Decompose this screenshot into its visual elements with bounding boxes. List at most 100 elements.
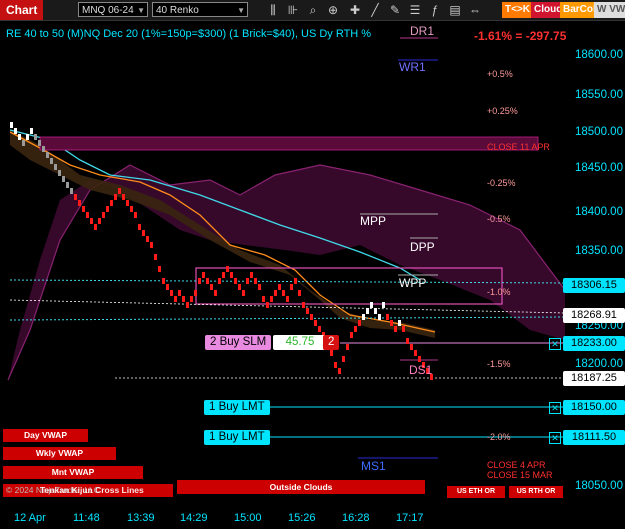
chevron-down-icon: ▼ — [237, 6, 245, 15]
renko-brick — [126, 200, 129, 206]
renko-brick — [190, 296, 193, 302]
renko-brick — [166, 284, 169, 290]
renko-brick — [22, 140, 25, 146]
pencil-icon[interactable]: ✎ — [388, 2, 402, 18]
cancel-limit-order-2-icon[interactable]: ✕ — [549, 432, 561, 444]
renko-brick — [182, 296, 185, 302]
price-marker-limit-1: 18150.00 — [563, 400, 625, 415]
renko-brick — [14, 128, 17, 134]
renko-brick — [54, 164, 57, 170]
renko-brick — [406, 338, 409, 344]
renko-brick — [302, 302, 305, 308]
cancel-stop-order-icon[interactable]: ✕ — [549, 338, 561, 350]
renko-brick — [98, 218, 101, 224]
renko-brick — [70, 188, 73, 194]
zoom-in-icon[interactable]: ⊕ — [326, 2, 340, 18]
y-label: 18350.00 — [575, 245, 623, 257]
chart-title: RE 40 to 50 (M)NQ Dec 20 (1%=150p=$300) … — [6, 28, 372, 40]
y-label: 18500.00 — [575, 126, 623, 138]
renko-brick — [178, 290, 181, 296]
renko-brick — [242, 290, 245, 296]
renko-brick — [374, 308, 377, 314]
tck-toggle[interactable]: T<>K — [502, 2, 534, 18]
template-icon[interactable]: ▤ — [448, 2, 462, 18]
cancel-limit-order-1-icon[interactable]: ✕ — [549, 402, 561, 414]
renko-brick — [274, 290, 277, 296]
limit-order-2-label[interactable]: 1 Buy LMT — [204, 430, 270, 445]
renko-brick — [58, 170, 61, 176]
renko-brick — [218, 278, 221, 284]
draw-line-icon[interactable]: ╱ — [368, 2, 382, 18]
renko-brick — [394, 326, 397, 332]
renko-brick — [38, 140, 41, 146]
scroll-icon[interactable]: ⇔ — [468, 2, 482, 18]
bar-type-selector[interactable]: 40 Renko ▼ — [152, 2, 248, 17]
pivot-ds1: DS1 — [409, 363, 433, 377]
pct-level-minus-05: -0.5% — [487, 214, 511, 224]
instrument-selector[interactable]: MNQ 06-24 ▼ — [78, 2, 148, 17]
wkly-vwap-button[interactable]: Wkly VWAP — [3, 447, 116, 460]
stop-order-qty[interactable]: 2 — [323, 335, 340, 350]
renko-brick — [350, 332, 353, 338]
renko-brick — [26, 134, 29, 140]
pct-level-minus-2: -2.0% — [487, 432, 511, 442]
renko-brick — [214, 290, 217, 296]
renko-brick — [410, 344, 413, 350]
price-marker-stop: 18233.00 — [563, 336, 625, 351]
renko-brick — [298, 290, 301, 296]
y-label: 18200.00 — [575, 358, 623, 370]
renko-brick — [142, 230, 145, 236]
renko-brick — [246, 278, 249, 284]
us-rth-or-button[interactable]: US RTH OR — [509, 486, 563, 498]
vwap-lower-line — [9, 316, 565, 321]
search-icon[interactable]: ⌕ — [306, 2, 320, 18]
renko-brick — [122, 194, 125, 200]
wvwap-toggle[interactable]: W VWA — [594, 2, 625, 18]
renko-brick — [234, 278, 237, 284]
bars-icon[interactable]: ⫼ — [266, 2, 280, 18]
pivot-mpp: MPP — [360, 214, 387, 228]
renko-brick — [34, 134, 37, 140]
price-marker-limit-2: 18111.50 — [563, 430, 625, 445]
x-label: 12 Apr — [14, 512, 46, 524]
close-4-apr-label: CLOSE 4 APR — [487, 460, 546, 470]
y-label: 18400.00 — [575, 206, 623, 218]
renko-brick — [346, 344, 349, 350]
mnt-vwap-button[interactable]: Mnt VWAP — [3, 466, 143, 479]
chart-tab-label[interactable]: Chart — [0, 0, 44, 20]
renko-brick — [418, 356, 421, 362]
renko-brick — [342, 356, 345, 362]
indicator-icon[interactable]: ƒ — [428, 2, 442, 18]
renko-brick — [286, 296, 289, 302]
renko-brick — [78, 200, 81, 206]
us-eth-or-button[interactable]: US ETH OR — [447, 486, 505, 498]
renko-brick — [258, 284, 261, 290]
renko-brick — [362, 314, 365, 320]
renko-brick — [382, 302, 385, 308]
properties-icon[interactable]: ☰ — [408, 2, 422, 18]
pct-level-minus-025: -0.25% — [487, 178, 516, 188]
stop-order-label[interactable]: 2 Buy SLM — [205, 335, 272, 350]
renko-brick — [334, 362, 337, 368]
day-vwap-button[interactable]: Day VWAP — [3, 429, 88, 442]
renko-brick — [62, 176, 65, 182]
renko-brick — [46, 152, 49, 158]
renko-brick — [134, 212, 137, 218]
renko-brick — [402, 326, 405, 332]
renko-brick — [30, 128, 33, 134]
bar-style-icon[interactable]: ⊪ — [286, 2, 300, 18]
outside-clouds-button[interactable]: Outside Clouds — [177, 480, 425, 494]
renko-brick — [174, 296, 177, 302]
renko-brick — [154, 254, 157, 260]
renko-brick — [330, 350, 333, 356]
barcol-toggle[interactable]: BarCol — [560, 2, 599, 18]
renko-brick — [150, 242, 153, 248]
crosshair-icon[interactable]: ✚ — [348, 2, 362, 18]
renko-brick — [250, 272, 253, 278]
limit-order-1-label[interactable]: 1 Buy LMT — [204, 400, 270, 415]
renko-brick — [306, 308, 309, 314]
renko-brick — [114, 194, 117, 200]
renko-brick — [222, 272, 225, 278]
x-label: 14:29 — [180, 512, 208, 524]
pivot-dr1: DR1 — [410, 24, 435, 38]
